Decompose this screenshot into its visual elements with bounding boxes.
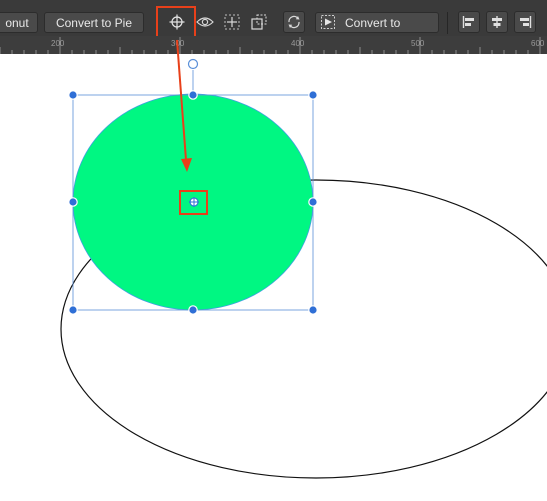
- ruler-ticks: [0, 37, 541, 54]
- transform-origin-button[interactable]: [221, 11, 243, 33]
- convert-curves-icon: [321, 15, 335, 29]
- visibility-eye-icon: [196, 17, 214, 27]
- canvas[interactable]: [0, 54, 547, 501]
- visibility-button[interactable]: [194, 11, 216, 33]
- toolbar-divider: [447, 12, 448, 34]
- refresh-icon: [288, 15, 300, 29]
- align-center-icon: [492, 16, 502, 28]
- align-left-icon: [462, 16, 474, 28]
- layout-button[interactable]: onut: [0, 12, 38, 33]
- transform-origin-icon: [224, 14, 240, 30]
- snap-bounds-icon: [251, 14, 267, 30]
- toolbar-annotation-box: [156, 6, 196, 38]
- align-center-button[interactable]: [486, 11, 508, 33]
- align-right-button[interactable]: [514, 11, 536, 33]
- refresh-button[interactable]: [283, 11, 305, 33]
- horizontal-ruler[interactable]: 200 300 400 500 600: [0, 36, 547, 54]
- ruler-tick-400: 400: [291, 39, 305, 48]
- align-left-button[interactable]: [458, 11, 480, 33]
- ruler-tick-600: 600: [531, 39, 545, 48]
- convert-to-pie-button[interactable]: Convert to Pie: [44, 12, 144, 33]
- ruler-tick-500: 500: [411, 39, 425, 48]
- align-right-icon: [520, 16, 532, 28]
- ruler-tick-300: 300: [171, 39, 185, 48]
- snap-bounds-button[interactable]: [248, 11, 270, 33]
- ruler-tick-200: 200: [51, 39, 65, 48]
